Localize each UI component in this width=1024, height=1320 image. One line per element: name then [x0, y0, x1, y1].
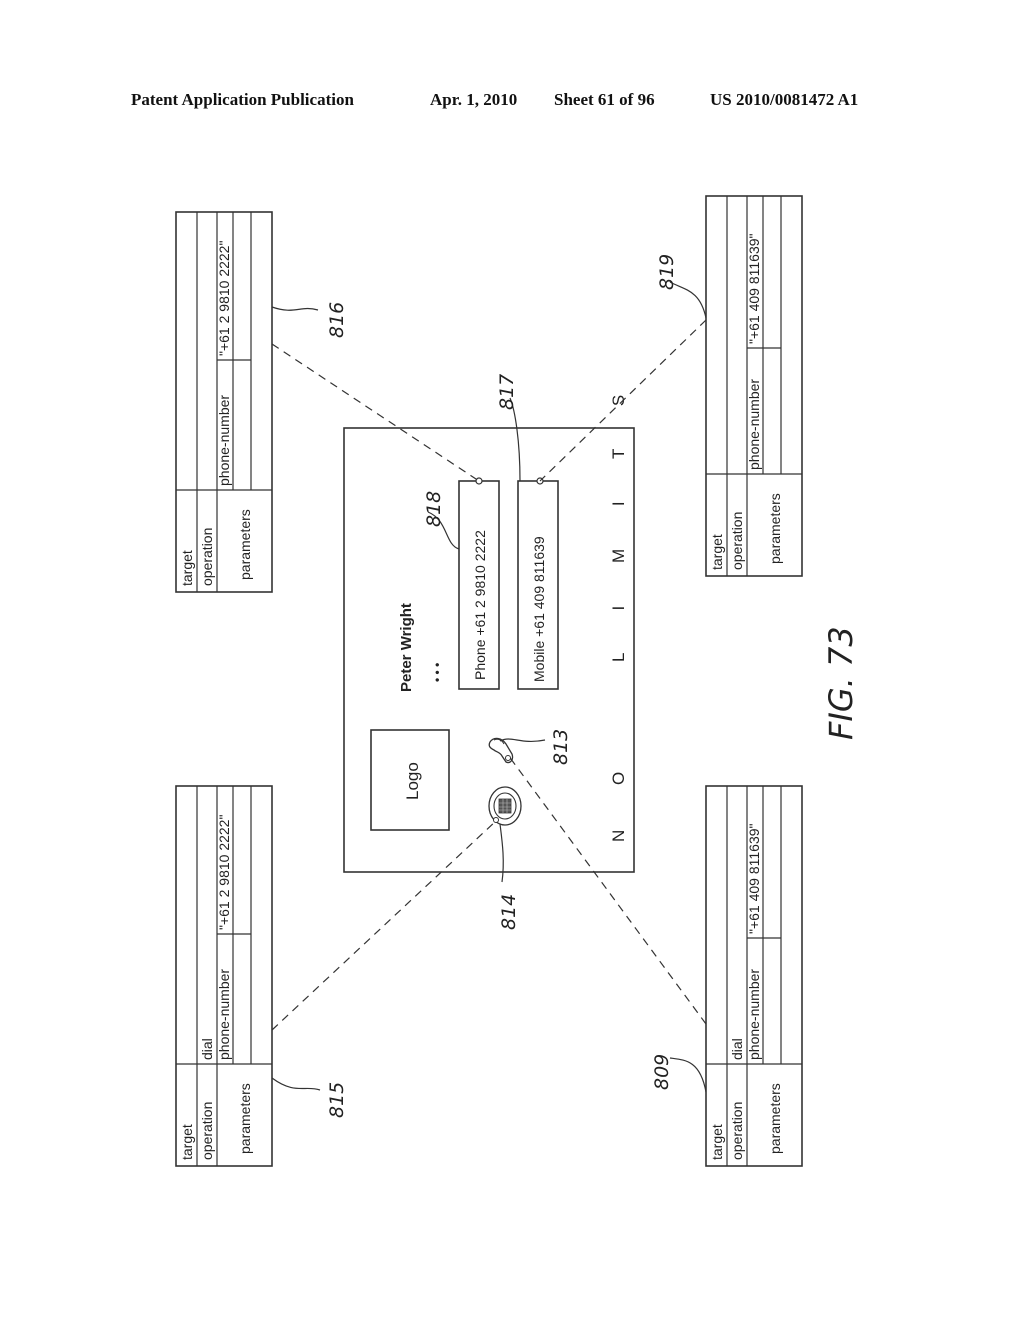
phone-field[interactable]: Phone +61 2 9810 2222 — [458, 477, 500, 690]
row-label-target: target — [179, 550, 195, 586]
slogan-no: N O — [609, 752, 628, 842]
param-name: phone-number — [216, 969, 232, 1060]
person-name: Peter Wright — [398, 603, 415, 692]
leader-809 — [669, 1057, 707, 1093]
operation-value: dial — [199, 1038, 215, 1060]
ref-809: 809 — [651, 1054, 673, 1090]
connector-809-handset — [507, 754, 707, 1025]
param-value: "+61 409 811639" — [746, 823, 762, 934]
row-label-operation: operation — [729, 512, 745, 570]
handset-icon[interactable] — [488, 737, 514, 764]
param-value: "+61 409 811639" — [746, 233, 762, 344]
row-label-operation: operation — [199, 1102, 215, 1160]
ref-819: 819 — [656, 254, 678, 290]
param-value: "+61 2 9810 2222" — [216, 815, 232, 930]
row-label-operation: operation — [199, 528, 215, 586]
row-label-parameters: parameters — [237, 1083, 253, 1154]
connector-815-keypad — [271, 819, 498, 1031]
ref-815: 815 — [326, 1082, 348, 1118]
table-815: target operation parameters dial phone-n… — [175, 785, 273, 1167]
logo-text: Logo — [403, 762, 422, 800]
param-value: "+61 2 9810 2222" — [216, 241, 232, 356]
leader-813 — [499, 738, 546, 743]
figure-label: FIG. 73 — [822, 626, 860, 740]
row-label-parameters: parameters — [237, 509, 253, 580]
row-label-target: target — [709, 1124, 725, 1160]
row-label-parameters: parameters — [767, 493, 783, 564]
mobile-field-text: Mobile +61 409 811639 — [531, 536, 547, 682]
row-label-operation: operation — [729, 1102, 745, 1160]
mobile-field[interactable]: Mobile +61 409 811639 — [517, 477, 559, 690]
leader-816 — [271, 306, 319, 311]
ref-818: 818 — [423, 491, 445, 527]
row-label-parameters: parameters — [767, 1083, 783, 1154]
keypad-icon[interactable] — [488, 786, 522, 826]
param-name: phone-number — [216, 395, 232, 486]
param-name: phone-number — [746, 379, 762, 470]
table-809: target operation parameters dial phone-n… — [705, 785, 803, 1167]
operation-value: dial — [729, 1038, 745, 1060]
business-card: Logo Peter Wright • • • Phone +61 2 9810… — [343, 376, 635, 873]
phone-field-text: Phone +61 2 9810 2222 — [472, 530, 488, 680]
leader-814 — [499, 823, 504, 883]
connector-816-phone — [271, 343, 480, 482]
name-ellipsis: • • • — [430, 663, 444, 682]
slogan-limits: L I M I T S — [609, 376, 628, 662]
ref-814: 814 — [498, 894, 520, 930]
figure-drawing: target operation parameters phone-number… — [175, 195, 860, 1167]
row-label-target: target — [709, 534, 725, 570]
leader-815 — [271, 1077, 321, 1091]
ref-813: 813 — [550, 729, 572, 765]
ref-817: 817 — [496, 374, 518, 410]
table-816: target operation parameters phone-number… — [175, 211, 273, 593]
table-819: target operation parameters phone-number… — [705, 195, 803, 577]
param-name: phone-number — [746, 969, 762, 1060]
row-label-target: target — [179, 1124, 195, 1160]
ref-816: 816 — [326, 302, 348, 338]
